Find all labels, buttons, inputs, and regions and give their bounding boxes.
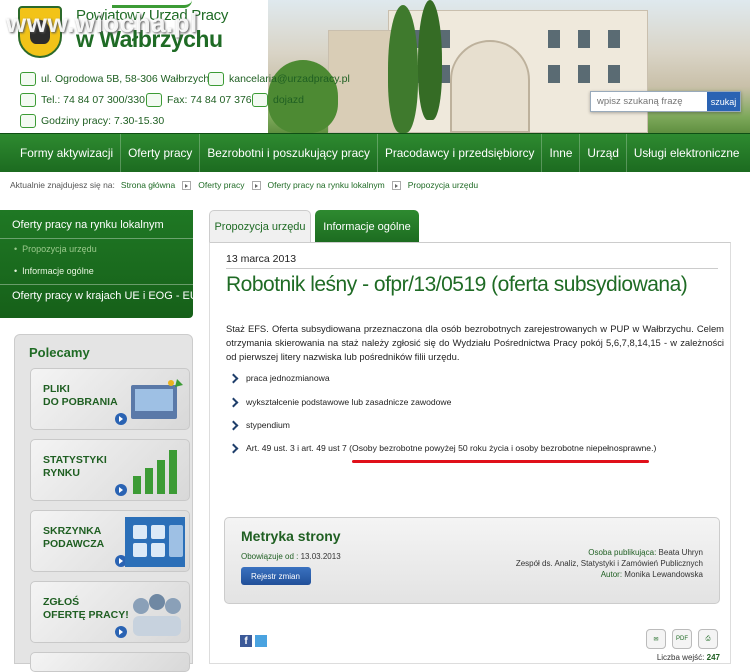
breadcrumb-arrow-icon [391,180,401,190]
tab-informacje[interactable]: Informacje ogólne [315,210,419,243]
keyboard-icon [125,517,185,567]
directions-link[interactable]: dojazd [273,94,304,106]
address-item: ul. Ogrodowa 5B, 58-306 Wałbrzych [20,72,209,86]
tile-statystyki[interactable]: STATYSTYKI RYNKU [30,439,190,501]
car-icon [252,93,268,107]
nav-uslugi[interactable]: Usługi elektroniczne [627,134,747,173]
nav-bezrobotni[interactable]: Bezrobotni i poszukujący pracy [200,133,378,173]
nav-oferty-pracy[interactable]: Oferty pracy [121,133,201,173]
home-icon [20,72,36,86]
chevron-right-icon [228,373,239,383]
bullet-item: Art. 49 ust. 3 i art. 49 ust 7 (Osoby be… [228,443,656,453]
breadcrumb: Aktualnie znajdujesz się na: Strona głów… [10,180,478,190]
bullet-item: praca jednozmianowa [228,373,330,383]
search-button[interactable]: szukaj [707,92,740,111]
sidebar-item-rynek-lokalny[interactable]: Oferty pracy na rynku lokalnym [12,219,164,231]
breadcrumb-arrow-icon [182,180,192,190]
tile-zglos-oferte[interactable]: ZGŁOŚ OFERTĘ PRACY! [30,581,190,643]
polecamy-panel: Polecamy PLIKI DO POBRANIA STATYSTYKI RY… [14,334,193,672]
watermark: www.wiocha.pl [6,8,198,38]
fax-text: Fax: 74 84 07 376 [167,94,252,106]
people-icon [133,594,181,636]
breadcrumb-arrow-icon [251,180,261,190]
breadcrumb-current[interactable]: Propozycja urzędu [408,180,478,190]
tile-statystyki-label: STATYSTYKI RYNKU [43,454,107,479]
chevron-right-icon [228,443,239,453]
phone-item: Tel.: 74 84 07 300/330 [20,93,145,107]
sidebar-sub-propozycja[interactable]: • Propozycja urzędu [14,244,97,254]
article-title: Robotnik leśny - ofpr/13/0519 (oferta su… [226,273,688,296]
send-email-icon[interactable]: ✉ [646,629,666,649]
hours-item: Godziny pracy: 7.30-15.30 [20,114,164,128]
chevron-right-icon [228,397,239,407]
tile-zglos-label: ZGŁOŚ OFERTĘ PRACY! [43,596,129,621]
email-item[interactable]: kancelaria@urzadpracy.pl [208,72,350,86]
nav-inne[interactable]: Inne [542,133,581,173]
site-header: Powiatowy Urząd Pracy w Wałbrzychu www.w… [0,0,750,133]
bullet-item: stypendium [228,420,290,430]
tile-pliki[interactable]: PLIKI DO POBRANIA [30,368,190,430]
search-input[interactable] [591,92,709,111]
tile-skrzynka-label: SKRZYNKA PODAWCZA [43,525,105,550]
bar-chart-icon [133,450,177,494]
sidebar-sub-informacje[interactable]: • Informacje ogólne [14,266,94,276]
nav-urzad[interactable]: Urząd [580,133,627,173]
article-date: 13 marca 2013 [226,253,297,265]
tab-propozycja[interactable]: Propozycja urzędu [209,210,311,243]
rejestr-zmian-button[interactable]: Rejestr zmian [241,567,311,585]
breadcrumb-home[interactable]: Strona główna [121,180,175,190]
fax-item: Fax: 74 84 07 376 [146,93,252,107]
phone-text: Tel.: 74 84 07 300/330 [41,94,145,106]
social-links: f [240,635,267,647]
hours-text: Godziny pracy: 7.30-15.30 [41,115,165,127]
breadcrumb-rynek-lokalny[interactable]: Oferty pracy na rynku lokalnym [268,180,385,190]
red-underline-annotation [352,460,649,463]
sidebar-item-eures[interactable]: Oferty pracy w krajach UE i EOG - EURES [12,290,220,302]
clock-icon [20,114,36,128]
metryka-publisher: Osoba publikująca: Beata Uhryn [588,548,703,557]
metryka-title: Metryka strony [241,528,341,544]
twitter-icon[interactable] [255,635,267,647]
mail-icon [208,72,224,86]
search-box: szukaj [590,91,741,112]
article-description: Staż EFS. Oferta subsydiowana przeznaczo… [226,323,724,362]
page-tools: ✉ PDF ⎙ [646,629,718,649]
facebook-icon[interactable]: f [240,635,252,647]
content-tabs: Propozycja urzędu Informacje ogólne [209,210,721,243]
bullet-item: wykształcenie podstawowe lub zasadnicze … [228,397,451,407]
metryka-team: Zespół ds. Analiz, Statystyki i Zamówień… [515,559,703,568]
fax-icon [146,93,162,107]
tile-more[interactable] [30,652,190,672]
breadcrumb-oferty[interactable]: Oferty pracy [198,180,244,190]
polecamy-title: Polecamy [29,345,90,360]
print-icon[interactable]: ⎙ [698,629,718,649]
sidebar-menu: Oferty pracy na rynku lokalnym • Propozy… [0,210,220,318]
pdf-icon[interactable]: PDF [672,629,692,649]
phone-icon [20,93,36,107]
tile-skrzynka[interactable]: SKRZYNKA PODAWCZA [30,510,190,572]
chevron-right-icon [228,420,239,430]
metryka-box: Metryka strony Obowiązuje od : 13.03.201… [224,517,720,604]
metryka-valid: Obowiązuje od : 13.03.2013 [241,552,341,561]
nav-formy-aktywizacji[interactable]: Formy aktywizacji [13,133,122,173]
tile-pliki-label: PLIKI DO POBRANIA [43,383,118,408]
entrance-arch [450,40,530,133]
divider [226,268,718,269]
directions-item[interactable]: dojazd [252,93,304,107]
download-icon [131,379,183,419]
metryka-author: Autor: Monika Lewandowska [600,570,703,579]
address-text: ul. Ogrodowa 5B, 58-306 Wałbrzych [41,73,210,85]
article-panel: 13 marca 2013 Robotnik leśny - ofpr/13/0… [209,242,731,664]
breadcrumb-prefix: Aktualnie znajdujesz się na: [10,180,115,190]
email-link[interactable]: kancelaria@urzadpracy.pl [229,73,350,85]
main-nav: Formy aktywizacji Oferty pracy Bezrobotn… [0,133,750,173]
view-count: Liczba wejść: 247 [656,653,720,662]
nav-pracodawcy[interactable]: Pracodawcy i przedsiębiorcy [378,133,543,173]
